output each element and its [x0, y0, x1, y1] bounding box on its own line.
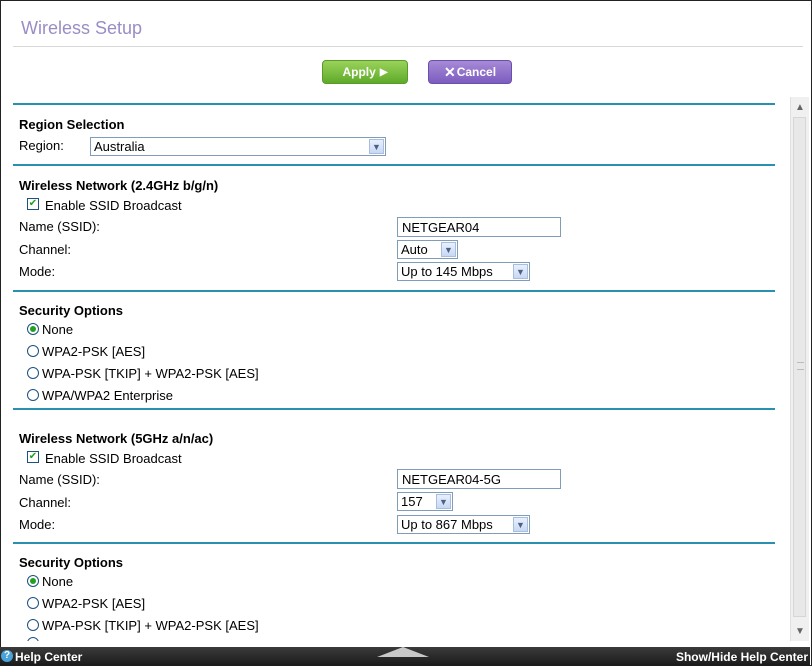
page-title: Wireless Setup — [21, 18, 143, 38]
ssid-broadcast-5-label: Enable SSID Broadcast — [45, 451, 182, 466]
chevron-down-icon: ▼ — [436, 494, 451, 509]
cancel-button[interactable]: ✕ Cancel — [428, 60, 512, 84]
section-divider — [13, 103, 775, 105]
security-24-radio-wpa-wpa2-psk[interactable] — [27, 367, 39, 379]
ssid-24-label: Name (SSID): — [19, 219, 100, 234]
section-divider — [13, 290, 775, 292]
mode-24-label: Mode: — [19, 264, 56, 279]
cancel-label: Cancel — [456, 65, 497, 79]
security-5-option-label: None — [42, 574, 74, 589]
mode-5-select[interactable]: Up to 867 Mbps ▼ — [397, 515, 530, 534]
chevron-down-icon: ▼ — [369, 139, 384, 154]
chevron-down-icon: ▼ — [513, 264, 528, 279]
ssid-5-value: NETGEAR04-5G — [402, 471, 501, 487]
security-5-option-label: WPA2-PSK [AES] — [42, 596, 146, 611]
help-center-label[interactable]: Help Center — [15, 650, 82, 664]
scroll-down-icon[interactable]: ▼ — [791, 623, 809, 639]
mode-24-value: Up to 145 Mbps — [401, 264, 493, 279]
security-24-option-label: WPA2-PSK [AES] — [42, 344, 146, 359]
x-icon: ✕ — [443, 63, 456, 80]
network-24-section-title: Wireless Network (2.4GHz b/g/n) — [19, 178, 219, 193]
mode-5-value: Up to 867 Mbps — [401, 517, 493, 532]
ssid-5-label: Name (SSID): — [19, 472, 100, 487]
play-triangle-icon: ▶ — [379, 66, 388, 78]
ssid-broadcast-24-label: Enable SSID Broadcast — [45, 198, 182, 213]
channel-24-select[interactable]: Auto ▼ — [397, 240, 458, 259]
mode-5-label: Mode: — [19, 517, 56, 532]
security-5-radio-wpa2-psk[interactable] — [27, 597, 39, 609]
channel-5-label: Channel: — [19, 495, 72, 510]
scrollbar-thumb[interactable] — [793, 117, 806, 617]
network-5-section-title: Wireless Network (5GHz a/n/ac) — [19, 431, 214, 446]
chevron-down-icon: ▼ — [513, 517, 528, 532]
security-24-radio-none[interactable] — [27, 323, 39, 335]
region-label: Region: — [19, 138, 64, 153]
region-select-value: Australia — [94, 139, 145, 154]
section-divider — [13, 408, 775, 410]
apply-label: Apply — [342, 65, 376, 79]
channel-5-value: 157 — [401, 494, 423, 509]
ssid-broadcast-24-checkbox[interactable]: ✔ — [27, 198, 39, 210]
apply-button[interactable]: Apply ▶ — [322, 60, 408, 84]
security-5-option-label: WPA-PSK [TKIP] + WPA2-PSK [AES] — [42, 618, 259, 633]
help-center-bar: ? Help Center Show/Hide Help Center — [0, 647, 810, 666]
question-circle-icon[interactable]: ? — [1, 650, 13, 662]
settings-scroll-area[interactable]: Region Selection Region: Australia ▼ Wir… — [13, 97, 787, 641]
ssid-5-input[interactable]: NETGEAR04-5G — [397, 469, 561, 489]
region-section-title: Region Selection — [19, 117, 125, 132]
grip-icon — [797, 362, 804, 370]
security-24-option-label: None — [42, 322, 74, 337]
channel-24-value: Auto — [401, 242, 428, 257]
security-5-section-title: Security Options — [19, 555, 124, 570]
security-24-radio-wpa2-psk[interactable] — [27, 345, 39, 357]
show-hide-help-center-link[interactable]: Show/Hide Help Center — [676, 650, 808, 664]
security-24-option-label: WPA/WPA2 Enterprise — [42, 388, 173, 403]
section-divider — [13, 542, 775, 544]
security-24-section-title: Security Options — [19, 303, 124, 318]
channel-24-label: Channel: — [19, 242, 72, 257]
chevron-down-icon: ▼ — [441, 242, 456, 257]
region-select[interactable]: Australia ▼ — [90, 137, 386, 156]
channel-5-select[interactable]: 157 ▼ — [397, 492, 453, 511]
wireless-setup-frame: Wireless Setup Apply ▶ ✕ Cancel Region S… — [0, 0, 812, 666]
mode-24-select[interactable]: Up to 145 Mbps ▼ — [397, 262, 530, 281]
security-5-radio-partial[interactable] — [27, 637, 39, 641]
scroll-up-icon[interactable]: ▲ — [791, 99, 809, 115]
security-5-radio-none[interactable] — [27, 575, 39, 587]
ssid-broadcast-5-checkbox[interactable]: ✔ — [27, 451, 39, 463]
section-divider — [13, 164, 775, 166]
security-24-option-label: WPA-PSK [TKIP] + WPA2-PSK [AES] — [42, 366, 259, 381]
security-5-radio-wpa-wpa2-psk[interactable] — [27, 619, 39, 631]
security-24-radio-enterprise[interactable] — [27, 389, 39, 401]
expand-tab-icon[interactable] — [377, 647, 429, 657]
vertical-scrollbar[interactable]: ▲ ▼ — [790, 97, 809, 641]
ssid-24-value: NETGEAR04 — [402, 219, 480, 235]
ssid-24-input[interactable]: NETGEAR04 — [397, 217, 561, 237]
title-divider — [13, 46, 803, 47]
